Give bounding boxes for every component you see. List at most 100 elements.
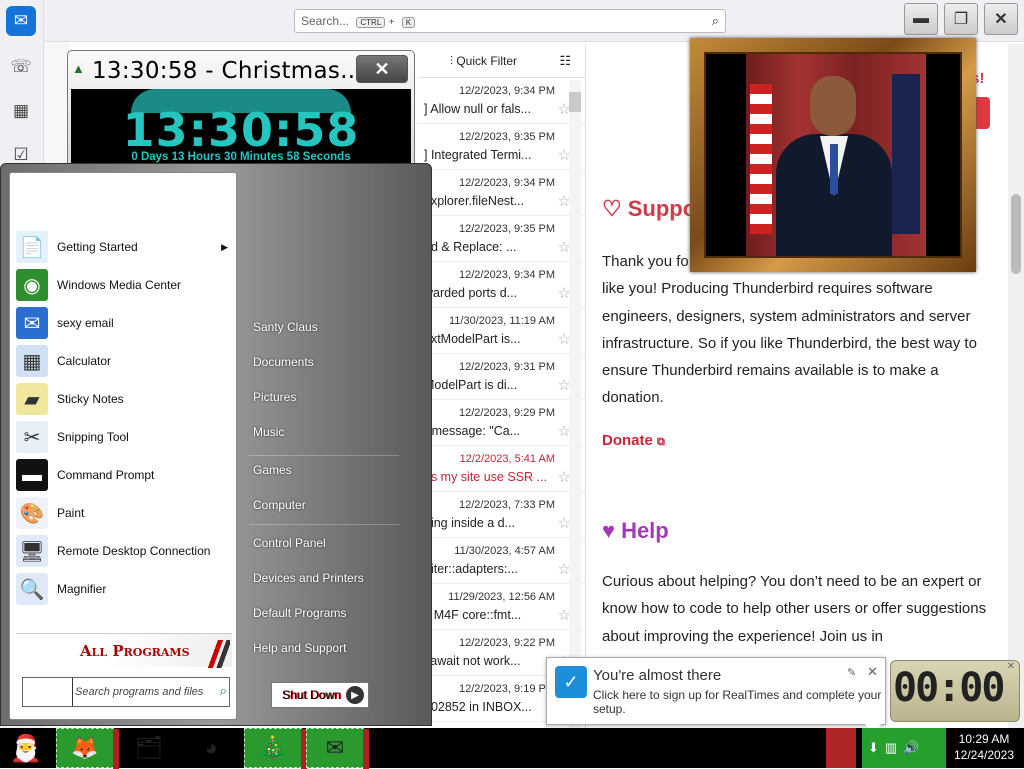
message-row[interactable]: 12/2/2023, 9:29 PM r message: "Ca... ☆ — [418, 400, 585, 446]
start-link-documents[interactable]: Documents — [253, 355, 314, 369]
start-menu-programs: 📄 Getting Started ▶ ◉ Windows Media Center ✉ s… — [9, 172, 237, 720]
close-window-button[interactable]: ✕ — [984, 3, 1018, 35]
system-clock[interactable]: 10:29 AM 12/24/2023 — [944, 731, 1024, 763]
taskbar-thunderbird[interactable]: ✉ — [306, 728, 369, 769]
list-options-icon[interactable]: ☷ — [559, 53, 571, 69]
message-subject: ] Integrated Termi... — [424, 148, 532, 162]
message-row[interactable]: 11/29/2023, 12:56 AM x M4F core::fmt... ☆ — [418, 584, 585, 630]
message-date: 12/2/2023, 9:35 PM — [458, 223, 555, 235]
christmas-countdown-window[interactable]: ▲ 13:30:58 - Christmas... ✕ 13:30:58 0 D… — [67, 50, 415, 169]
start-link-santy-claus[interactable]: Santy Claus — [253, 320, 318, 334]
realtimes-tray-icon[interactable]: ⬇ — [868, 740, 879, 756]
chevron-right-icon[interactable]: ▶ — [221, 242, 228, 253]
picture-frame-gadget[interactable] — [690, 38, 976, 272]
notification-close-icon[interactable]: ✕ — [867, 664, 878, 680]
global-search-input[interactable]: Search... CTRL + K ⌕ — [294, 9, 726, 33]
widget-close-icon[interactable]: ✕ — [1007, 661, 1015, 672]
chevron-right-icon[interactable]: ▶ — [346, 686, 364, 704]
thunderbird-icon: ✉ — [325, 735, 345, 760]
message-list-scrollbar[interactable] — [569, 80, 581, 730]
magnifier-icon: 🔍 — [16, 573, 48, 605]
volume-icon[interactable]: 🔊 — [903, 740, 919, 756]
desktop-clock-widget[interactable]: 00:00 ✕ — [890, 660, 1020, 722]
countdown-display: 13:30:58 0 Days 13 Hours 30 Minutes 58 S… — [71, 89, 411, 169]
message-row[interactable]: 12/2/2023, 9:34 PM explorer.fileNest... ☆ — [418, 170, 585, 216]
all-programs-button[interactable]: All Programs — [16, 633, 232, 668]
taskbar-explorer[interactable]: 🗂 — [120, 728, 178, 768]
start-item-magnifier[interactable]: 🔍 Magnifier — [16, 571, 234, 607]
minimize-button[interactable]: ▬ — [904, 3, 938, 35]
realtimes-icon: ✓ — [555, 666, 587, 698]
start-item-sexy-email[interactable]: ✉ sexy email — [16, 305, 234, 341]
message-date: 12/2/2023, 7:33 PM — [458, 499, 555, 511]
start-link-games[interactable]: Games — [253, 463, 292, 477]
message-row[interactable]: 12/2/2023, 5:41 AM es my site use SSR ...… — [418, 446, 585, 492]
donate-link[interactable]: Donate ⧉ — [602, 432, 665, 449]
start-item-label: Snipping Tool — [57, 430, 129, 444]
start-item-label: Sticky Notes — [57, 392, 124, 406]
start-item-remote-desktop-connection[interactable]: 🖥 Remote Desktop Connection — [16, 533, 234, 569]
shutdown-label: Shut Down — [282, 688, 341, 702]
quick-filter-button[interactable]: ⫶ Quick Filter — [450, 54, 517, 69]
start-item-label: Calculator — [57, 354, 112, 368]
shortcut-plus: + — [388, 17, 395, 28]
start-item-label: sexy email — [57, 316, 114, 330]
message-row[interactable]: 12/2/2023, 9:34 PM] Allow null or fals..… — [418, 78, 585, 124]
taskbar-chrome[interactable]: ◕ — [182, 728, 240, 768]
taskbar-countdown[interactable]: 🎄 — [244, 728, 307, 769]
start-item-sticky-notes[interactable]: ▰ Sticky Notes — [16, 381, 234, 417]
start-link-help-and-support[interactable]: Help and Support — [253, 641, 346, 655]
start-item-label: Windows Media Center — [57, 278, 182, 292]
tray-overflow[interactable] — [826, 728, 856, 768]
message-subject: es my site use SSR ... — [424, 470, 547, 484]
search-icon: ⌕ — [219, 683, 227, 698]
countdown-close-button[interactable]: ✕ — [356, 55, 408, 83]
message-date: 12/2/2023, 9:22 PM — [458, 637, 555, 649]
start-item-label: Paint — [57, 506, 85, 520]
message-subject: extModelPart is... — [424, 332, 521, 346]
message-row[interactable]: 11/30/2023, 4:57 AM::iter::adapters:... ☆ — [418, 538, 585, 584]
network-icon[interactable]: ▥ — [885, 740, 897, 756]
calendar-icon[interactable]: ▦ — [6, 96, 36, 126]
message-date: 12/2/2023, 5:41 AM — [459, 453, 555, 465]
message-row[interactable]: 12/2/2023, 7:33 PM ning inside a d... ☆ — [418, 492, 585, 538]
start-link-pictures[interactable]: Pictures — [253, 390, 296, 404]
pin-icon[interactable]: ✎ — [847, 666, 856, 679]
start-item-windows-media-center[interactable]: ◉ Windows Media Center — [16, 267, 234, 303]
taskbar: 🎅 🦊 🗂 ◕ 🎄 ✉ ⬇ ▥ 🔊 10:29 AM 12/24/2023 — [0, 728, 1024, 769]
countdown-title: 13:30:58 - Christmas... — [92, 58, 364, 84]
start-item-getting-started[interactable]: 📄 Getting Started ▶ — [16, 229, 234, 265]
message-row[interactable]: 12/2/2023, 9:35 PM nd & Replace: ... ☆ — [418, 216, 585, 262]
realtimes-notification[interactable]: ✓ You're almost there Click here to sign… — [546, 657, 886, 734]
start-item-command-prompt[interactable]: ▬ Command Prompt — [16, 457, 234, 493]
start-link-computer[interactable]: Computer — [253, 498, 306, 512]
start-button[interactable]: 🎅 — [4, 728, 48, 768]
countdown-detail: 0 Days 13 Hours 30 Minutes 58 Seconds — [131, 151, 351, 163]
content-scrollbar[interactable] — [1008, 44, 1024, 730]
mail-space-icon[interactable]: ✉ — [6, 6, 36, 36]
start-link-default-programs[interactable]: Default Programs — [253, 606, 346, 620]
taskbar-firefox[interactable]: 🦊 — [56, 728, 119, 769]
start-search-input[interactable]: Search programs and files ⌕ — [22, 677, 230, 707]
restore-button[interactable]: ❐ — [944, 3, 978, 35]
address-book-icon[interactable]: ☏ — [6, 52, 36, 82]
all-programs-label: All Programs — [80, 642, 190, 660]
start-item-calculator[interactable]: ▦ Calculator — [16, 343, 234, 379]
message-date: 11/30/2023, 4:57 AM — [454, 545, 555, 557]
start-link-music[interactable]: Music — [253, 425, 284, 439]
start-search-placeholder: Search programs and files — [75, 686, 204, 698]
start-item-label: Magnifier — [57, 582, 107, 596]
start-link-devices-and-printers[interactable]: Devices and Printers — [253, 571, 364, 585]
message-row[interactable]: 12/2/2023, 9:31 PM ModelPart is di... ☆ — [418, 354, 585, 400]
message-row[interactable]: 12/2/2023, 9:35 PM] Integrated Termi... ☆ — [418, 124, 585, 170]
shutdown-button[interactable]: Shut Down ▶ — [271, 682, 369, 708]
message-row[interactable]: 11/30/2023, 11:19 AM extModelPart is... ☆ — [418, 308, 585, 354]
message-subject: nd & Replace: ... — [424, 240, 517, 254]
tree-icon: ▲ — [72, 61, 85, 76]
message-date: 11/30/2023, 11:19 AM — [448, 315, 555, 327]
start-item-snipping-tool[interactable]: ✂ Snipping Tool — [16, 419, 234, 455]
start-link-control-panel[interactable]: Control Panel — [253, 536, 326, 550]
message-row[interactable]: 12/2/2023, 9:34 PM warded ports d... ☆ — [418, 262, 585, 308]
start-item-paint[interactable]: 🎨 Paint — [16, 495, 234, 531]
tree-icon: 🎄 — [259, 735, 287, 760]
